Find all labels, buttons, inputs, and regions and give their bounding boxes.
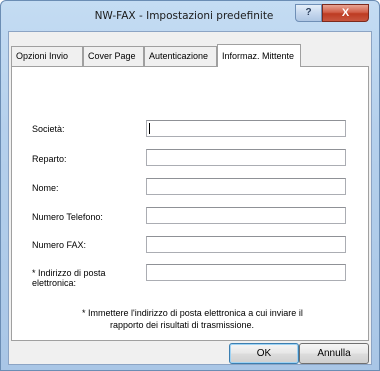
ok-button[interactable]: OK — [229, 343, 299, 364]
fax-label: Numero FAX: — [32, 240, 87, 250]
fax-field[interactable] — [146, 236, 346, 253]
department-label: Reparto: — [32, 154, 67, 164]
tab-autenticazione[interactable]: Autenticazione — [144, 46, 217, 66]
close-button[interactable]: X — [322, 4, 369, 22]
name-label: Nome: — [32, 183, 59, 193]
tab-informaz-mittente[interactable]: Informaz. Mittente — [217, 44, 301, 67]
email-label: * Indirizzo di posta elettronica: — [32, 268, 106, 288]
phone-label: Numero Telefono: — [32, 212, 103, 222]
department-field[interactable] — [146, 149, 346, 166]
name-field[interactable] — [146, 178, 346, 195]
email-note: * Immettere l'indirizzo di posta elettro… — [82, 308, 303, 330]
company-field[interactable] — [146, 120, 346, 137]
tab-opzioni-invio[interactable]: Opzioni Invio — [11, 46, 83, 66]
email-field[interactable] — [146, 264, 346, 281]
help-icon: ? — [305, 7, 312, 18]
tab-cover-page[interactable]: Cover Page — [83, 46, 144, 66]
help-button[interactable]: ? — [295, 4, 322, 22]
close-icon: X — [341, 7, 350, 19]
dialog-body: Opzioni Invio Cover Page Autenticazione … — [8, 31, 372, 365]
company-label: Società: — [32, 124, 65, 134]
tab-panel-informaz-mittente: Società: Reparto: Nome: Numero Telefono:… — [11, 66, 369, 341]
cancel-button[interactable]: Annulla — [299, 343, 369, 364]
dialog-window: NW-FAX - Impostazioni predefinite ? X Op… — [0, 0, 380, 371]
title-bar[interactable]: NW-FAX - Impostazioni predefinite ? X — [1, 1, 379, 31]
phone-field[interactable] — [146, 207, 346, 224]
text-cursor — [149, 123, 150, 134]
